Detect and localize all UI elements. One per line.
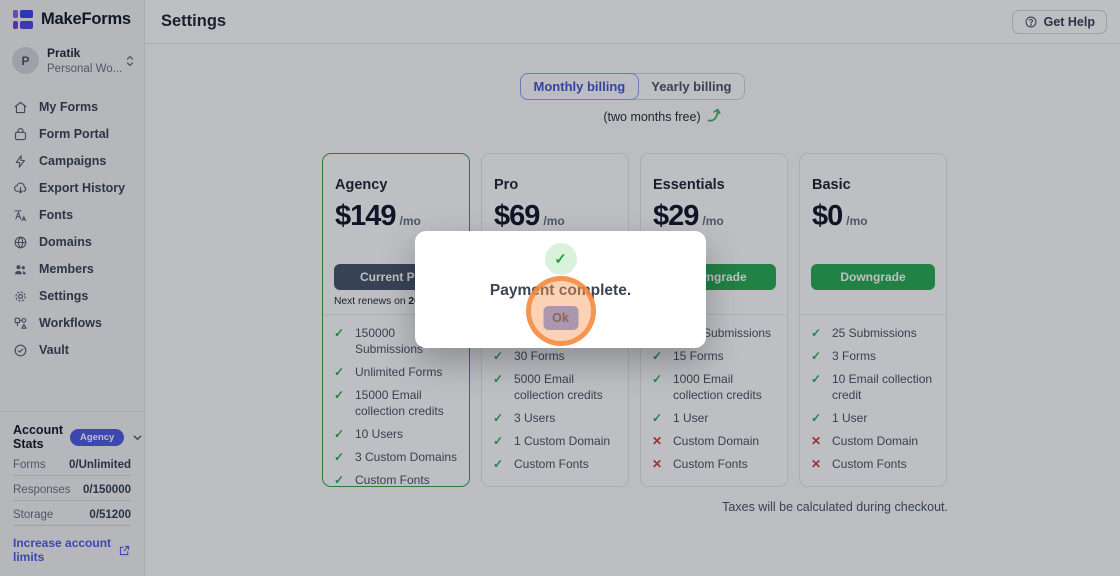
- payment-complete-message: Payment complete.: [415, 282, 706, 300]
- payment-complete-dialog: ✓ Payment complete. Ok: [415, 231, 706, 348]
- success-check-icon: ✓: [545, 243, 577, 275]
- ok-button[interactable]: Ok: [543, 306, 578, 330]
